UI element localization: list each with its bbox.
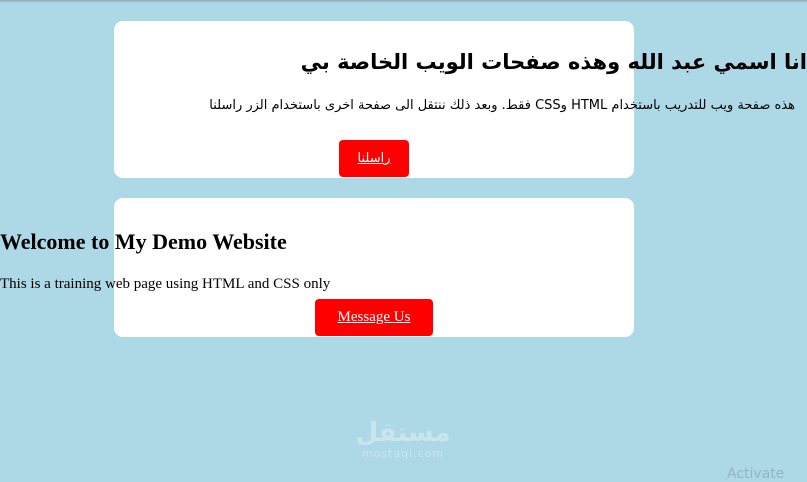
english-description: This is a training web page using HTML a… — [0, 276, 331, 292]
activate-windows-overlay: Activate — [727, 466, 785, 482]
window-top-edge — [0, 0, 807, 3]
english-page-title: Welcome to My Demo Website — [0, 229, 287, 254]
message-us-button[interactable]: Message Us — [315, 299, 433, 336]
arabic-description: هذه صفحة ويب للتدريب باستخدام HTML وCSS … — [209, 98, 795, 113]
contact-us-button-arabic[interactable]: راسلنا — [339, 140, 409, 177]
arabic-page-title: انا اسمي عبد الله وهذه صفحات الويب الخاص… — [300, 50, 807, 74]
watermark-arabic-text: مستقل — [355, 418, 451, 448]
mostaql-watermark: مستقل mostaql.com — [353, 418, 453, 460]
watermark-latin-text: mostaql.com — [361, 447, 445, 460]
